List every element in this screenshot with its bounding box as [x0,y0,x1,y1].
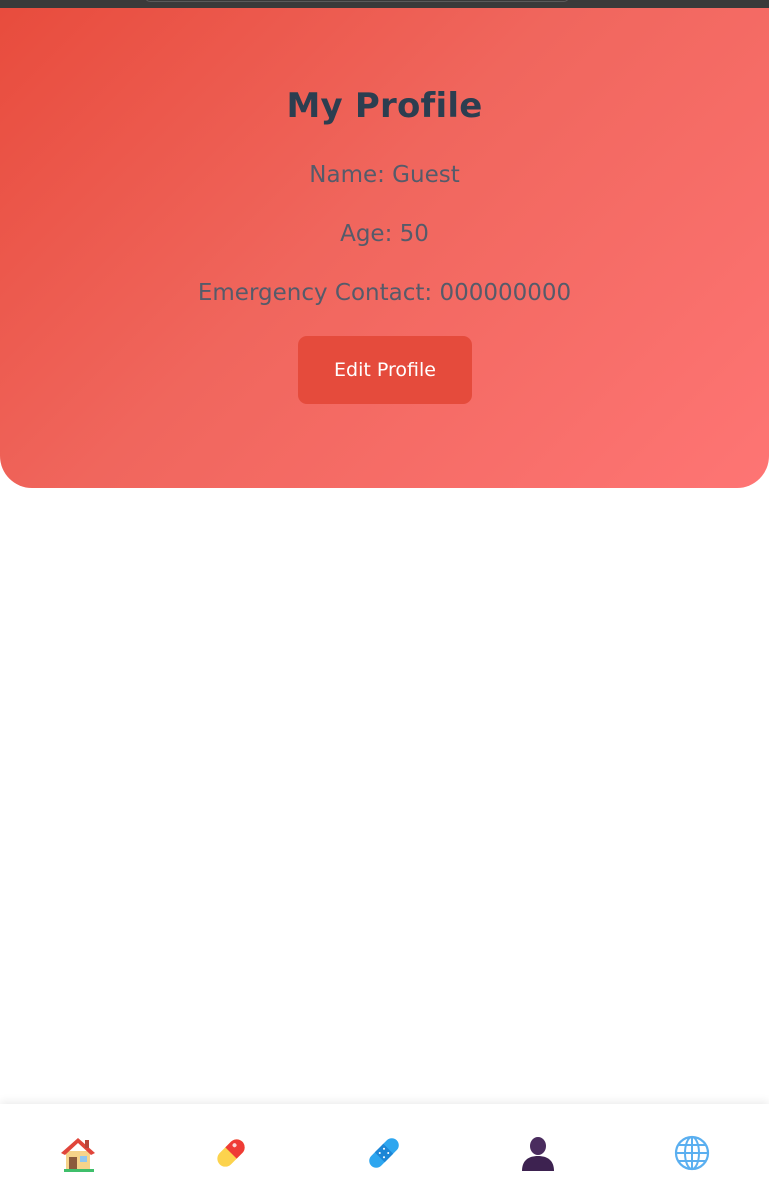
nav-profile[interactable] [508,1123,568,1183]
nav-language[interactable] [662,1123,722,1183]
person-icon [522,1136,555,1171]
profile-emergency-contact: Emergency Contact: 000000000 [197,280,572,306]
profile-name: Name: Guest [309,162,460,188]
profile-age: Age: 50 [340,221,429,247]
pill-icon [217,1138,245,1167]
page-title: My Profile [286,86,483,126]
nav-first-aid[interactable] [354,1123,414,1183]
house-icon [60,1137,95,1172]
bottom-nav [0,1104,769,1201]
globe-icon [674,1135,710,1170]
bandage-icon [369,1137,400,1168]
nav-medication[interactable] [201,1123,261,1183]
top-status-bar [0,0,769,8]
profile-card: My Profile Name: Guest Age: 50 Emergency… [0,8,769,488]
nav-home[interactable] [47,1123,107,1183]
top-pill [145,0,569,2]
edit-profile-button[interactable]: Edit Profile [298,336,472,404]
